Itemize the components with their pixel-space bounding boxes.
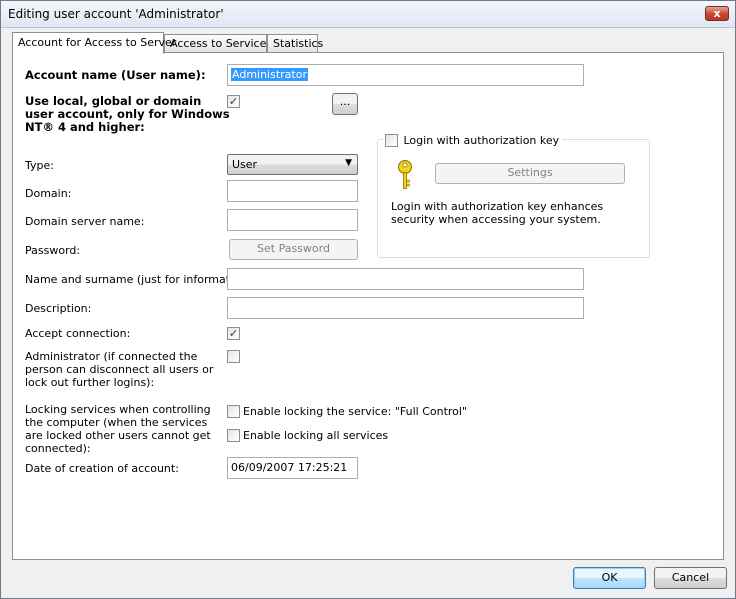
locking-services-label: Locking services when controlling the co… bbox=[25, 403, 211, 455]
name-surname-label: Name and surname (just for information): bbox=[25, 273, 255, 286]
name-surname-input[interactable] bbox=[227, 268, 584, 290]
type-label: Type: bbox=[25, 159, 54, 172]
administrator-label: Administrator (if connected the person c… bbox=[25, 350, 214, 389]
checkmark-icon: ✓ bbox=[228, 327, 239, 340]
password-label: Password: bbox=[25, 244, 81, 257]
account-name-value: Administrator bbox=[231, 68, 308, 81]
lock-all-services-checkbox[interactable] bbox=[227, 429, 240, 442]
tab-account-access[interactable]: Account for Access to Server bbox=[12, 32, 176, 54]
date-created-field: 06/09/2007 17:25:21 bbox=[227, 457, 358, 479]
ok-button[interactable]: OK bbox=[573, 567, 646, 589]
lock-full-control-label[interactable]: Enable locking the service: "Full Contro… bbox=[243, 405, 467, 418]
domain-server-label: Domain server name: bbox=[25, 215, 145, 228]
dialog-window: Editing user account 'Administrator' x A… bbox=[0, 0, 736, 599]
lock-all-services-label[interactable]: Enable locking all services bbox=[243, 429, 388, 442]
auth-key-legend-label: Login with authorization key bbox=[403, 133, 560, 147]
auth-key-settings-button[interactable]: Settings bbox=[435, 163, 625, 184]
accept-connection-label: Accept connection: bbox=[25, 327, 131, 340]
domain-server-input[interactable] bbox=[227, 209, 358, 231]
account-name-input[interactable]: Administrator bbox=[227, 64, 584, 86]
set-password-button[interactable]: Set Password bbox=[229, 239, 358, 260]
checkmark-icon: ✓ bbox=[228, 95, 239, 108]
tab-access-services[interactable]: Access to Services bbox=[164, 34, 272, 53]
auth-key-legend: Login with authorization key bbox=[383, 133, 563, 147]
title-bar[interactable]: Editing user account 'Administrator' x bbox=[1, 1, 735, 28]
description-input[interactable] bbox=[227, 297, 584, 319]
domain-label: Domain: bbox=[25, 187, 72, 200]
close-icon: x bbox=[713, 7, 721, 20]
use-local-account-label: Use local, global or domain user account… bbox=[25, 94, 230, 134]
browse-button[interactable]: ... bbox=[332, 93, 358, 115]
auth-key-description: Login with authorization key enhances se… bbox=[391, 200, 604, 226]
cancel-button[interactable]: Cancel bbox=[654, 567, 727, 589]
lock-full-control-checkbox[interactable] bbox=[227, 405, 240, 418]
description-label: Description: bbox=[25, 302, 92, 315]
tab-statistics[interactable]: Statistics bbox=[267, 34, 323, 53]
close-button[interactable]: x bbox=[705, 6, 729, 21]
account-name-label: Account name (User name): bbox=[25, 68, 206, 82]
auth-key-group bbox=[377, 139, 650, 258]
type-select[interactable]: User ▼ bbox=[227, 154, 358, 175]
domain-input[interactable] bbox=[227, 180, 358, 202]
window-title: Editing user account 'Administrator' bbox=[8, 7, 224, 21]
date-created-label: Date of creation of account: bbox=[25, 462, 179, 475]
use-local-account-checkbox[interactable]: ✓ bbox=[227, 95, 240, 108]
type-select-value: User bbox=[232, 158, 258, 171]
auth-key-checkbox[interactable] bbox=[385, 133, 398, 147]
accept-connection-checkbox[interactable]: ✓ bbox=[227, 327, 240, 340]
dropdown-arrow-icon: ▼ bbox=[345, 158, 352, 168]
administrator-checkbox[interactable] bbox=[227, 350, 240, 363]
tab-panel: Account name (User name): Administrator … bbox=[12, 52, 724, 560]
key-icon bbox=[398, 160, 412, 189]
